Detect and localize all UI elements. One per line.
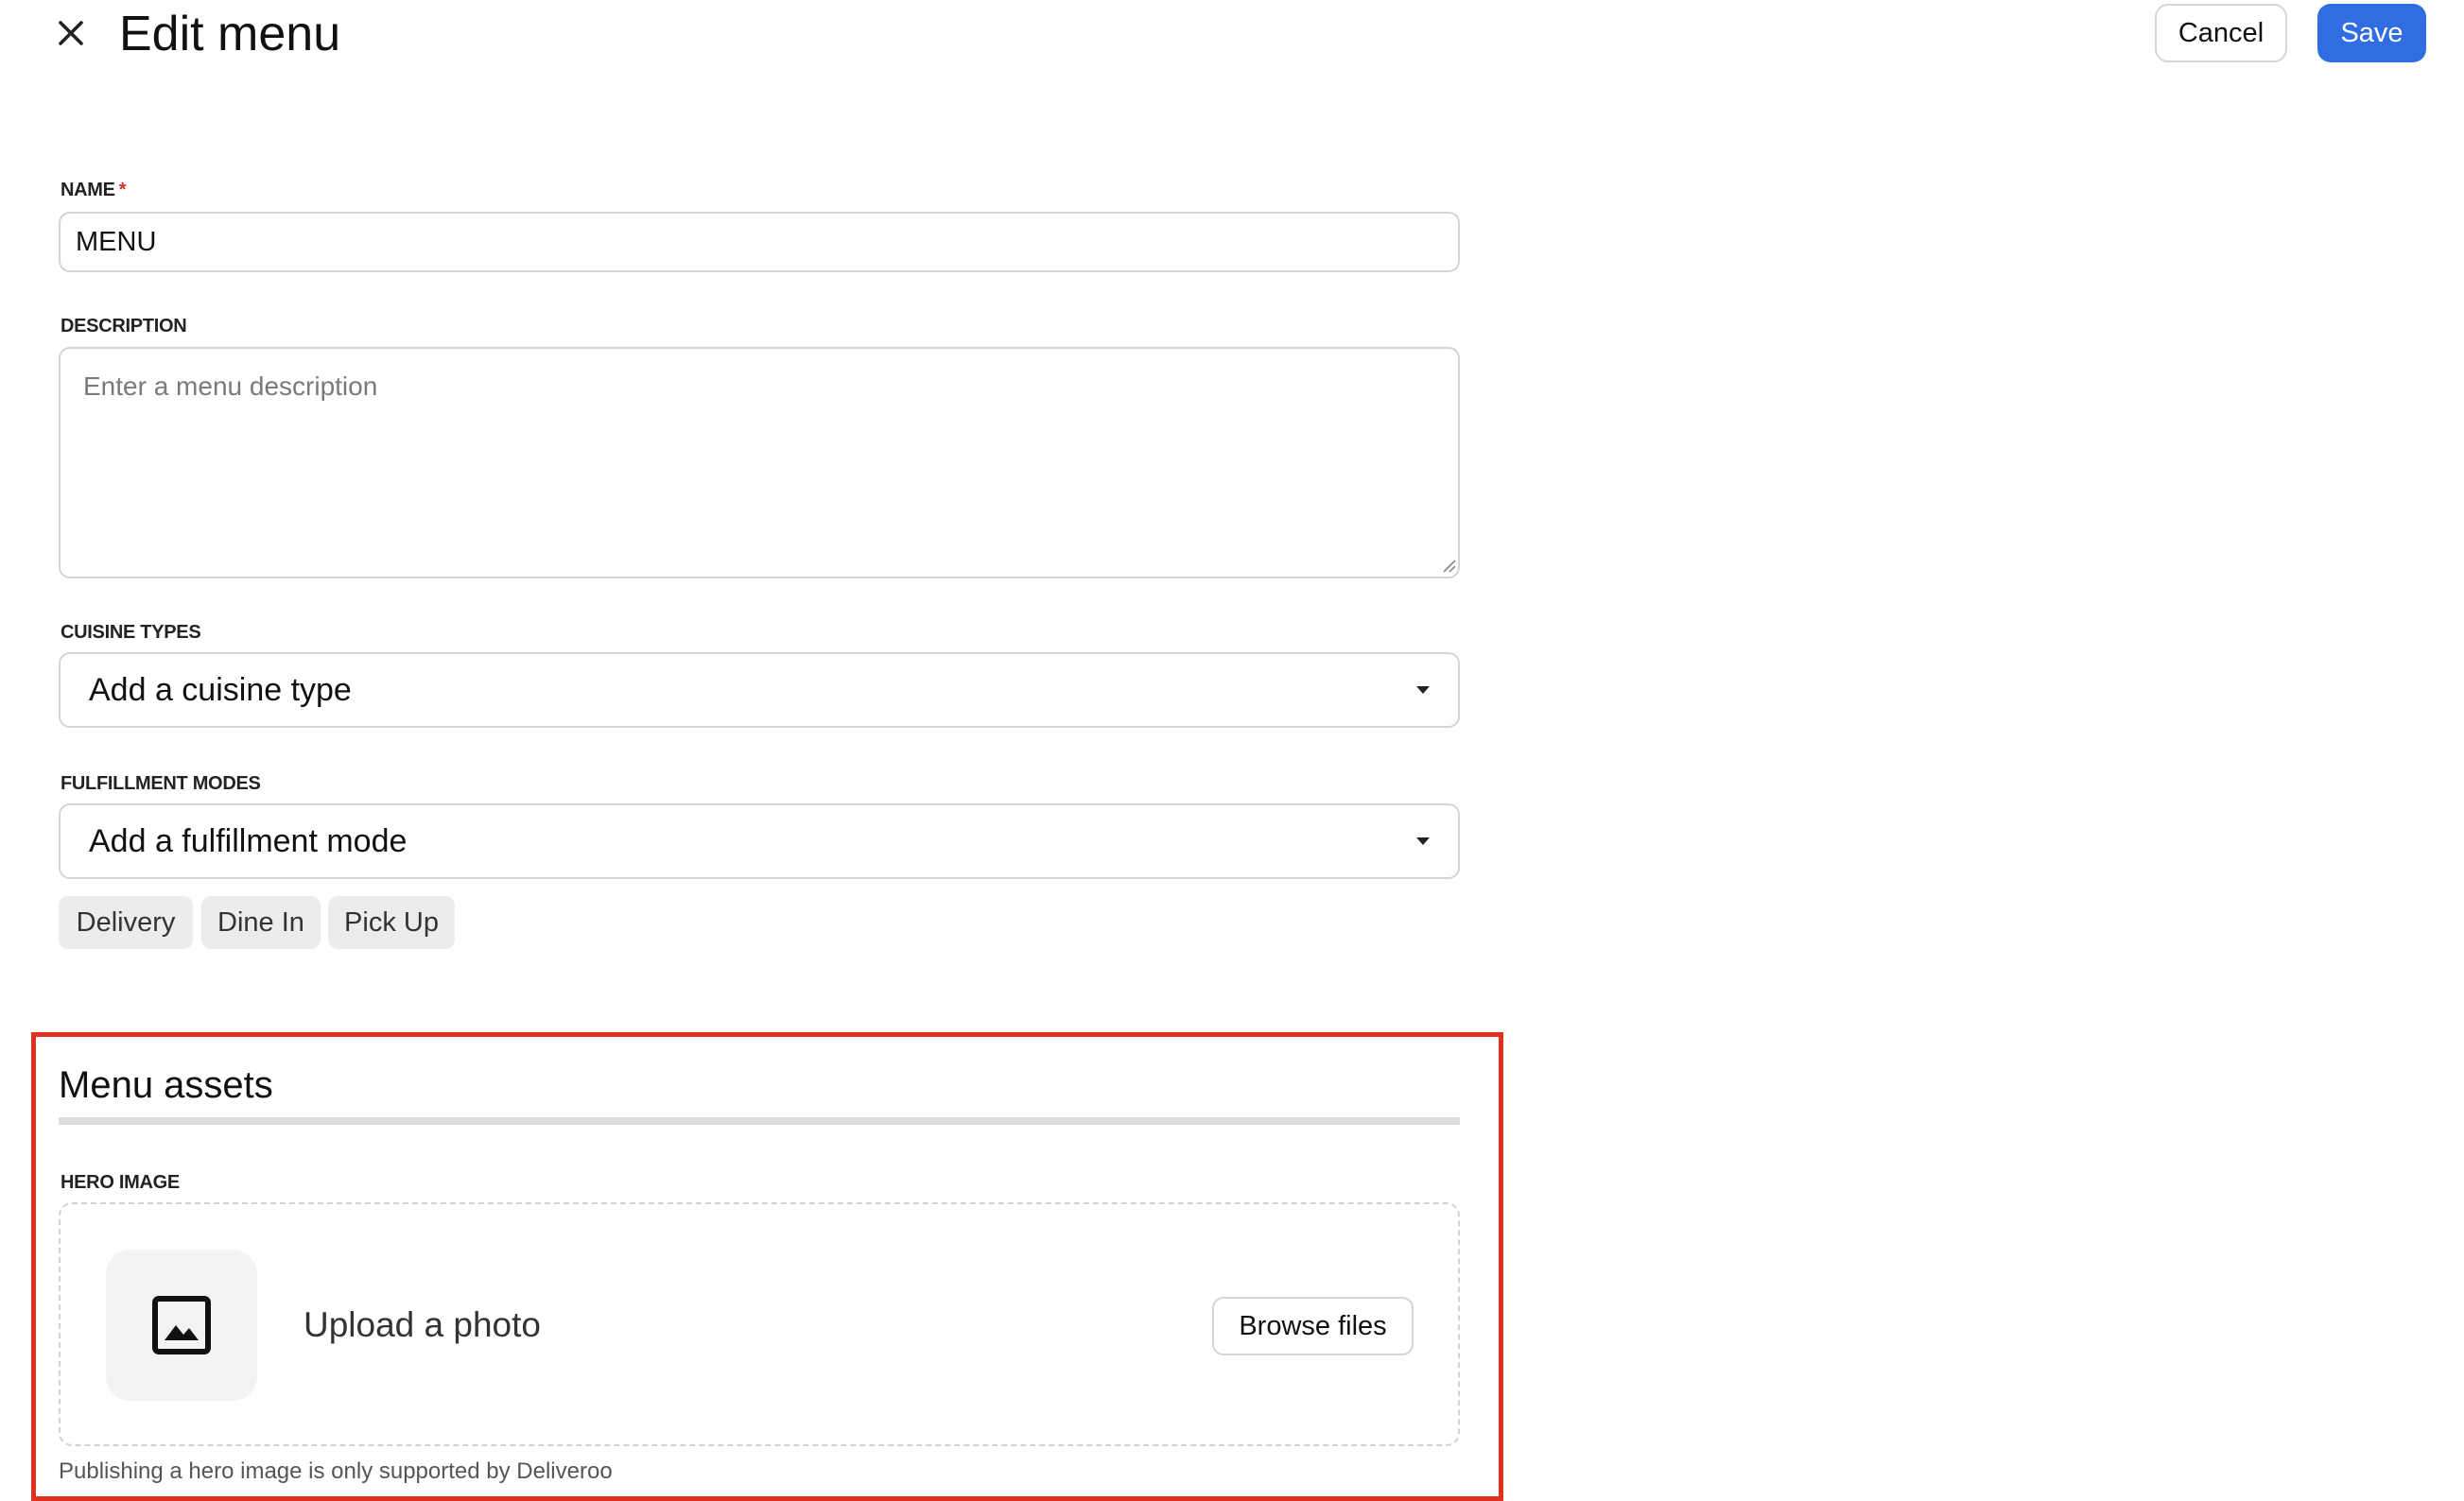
- fulfillment-mode-select[interactable]: Add a fulfillment mode: [59, 803, 1460, 879]
- cuisine-type-select-value: Add a cuisine type: [89, 672, 352, 708]
- name-label-text: NAME: [61, 180, 115, 200]
- section-divider: [59, 1117, 1460, 1125]
- description-textarea[interactable]: [59, 347, 1460, 578]
- save-button[interactable]: Save: [2317, 4, 2426, 62]
- cuisine-types-label: CUISINE TYPES: [61, 622, 201, 643]
- hero-image-label: HERO IMAGE: [61, 1172, 180, 1193]
- image-icon: [152, 1296, 211, 1354]
- name-label: NAME *: [61, 180, 126, 201]
- cancel-button[interactable]: Cancel: [2155, 4, 2287, 62]
- page-title: Edit menu: [119, 7, 341, 61]
- chip-delivery[interactable]: Delivery: [59, 896, 193, 949]
- close-button[interactable]: [47, 9, 95, 57]
- caret-down-icon: [1416, 837, 1430, 845]
- name-input[interactable]: [59, 212, 1460, 272]
- chip-dine-in[interactable]: Dine In: [201, 896, 321, 949]
- required-mark: *: [118, 180, 127, 200]
- caret-down-icon: [1416, 686, 1430, 694]
- cuisine-type-select[interactable]: Add a cuisine type: [59, 652, 1460, 728]
- resize-handle-icon[interactable]: [1441, 558, 1456, 573]
- hero-image-help-text: Publishing a hero image is only supporte…: [59, 1458, 613, 1484]
- header: Edit menu Cancel Save: [0, 0, 2464, 104]
- description-label: DESCRIPTION: [61, 316, 187, 336]
- fulfillment-mode-select-value: Add a fulfillment mode: [89, 823, 408, 859]
- fulfillment-modes-label: FULFILLMENT MODES: [61, 773, 261, 794]
- browse-files-button[interactable]: Browse files: [1212, 1297, 1414, 1355]
- chip-pick-up[interactable]: Pick Up: [328, 896, 455, 949]
- close-icon: [59, 21, 83, 45]
- upload-photo-label: Upload a photo: [304, 1305, 541, 1344]
- menu-assets-title: Menu assets: [59, 1064, 273, 1106]
- upload-icon-tile: [106, 1250, 257, 1401]
